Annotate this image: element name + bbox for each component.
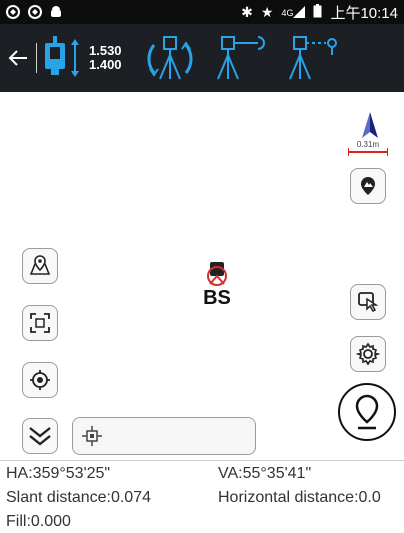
- fit-extent-button[interactable]: [22, 305, 58, 341]
- horizontal-angle: HA:359°53'25": [6, 465, 111, 482]
- touch-select-icon: [358, 292, 379, 312]
- rotate-instrument-button[interactable]: [138, 24, 202, 92]
- scale-label: 0.31m: [356, 140, 380, 149]
- signal-4g-icon: 4G: [281, 6, 306, 18]
- bluetooth-icon: ✱: [241, 3, 253, 20]
- point-orient-button[interactable]: [282, 24, 346, 92]
- locate-icon: [30, 370, 50, 390]
- measurement-panel: HA:359°53'25" VA:55°35'41" Slant distanc…: [0, 460, 404, 533]
- rotate-instrument-icon: [147, 36, 193, 80]
- point-search-field[interactable]: [72, 417, 256, 455]
- slant-distance: Slant distance:0.074: [6, 489, 151, 506]
- map-layer-icon: [29, 255, 51, 275]
- touch-select-button[interactable]: [350, 284, 386, 320]
- star-icon: ★: [260, 3, 274, 20]
- app-icon-2: [28, 5, 42, 19]
- north-arrow-icon: [362, 112, 378, 138]
- fill-value: Fill:0.000: [6, 513, 71, 530]
- map-layer-button[interactable]: [22, 248, 58, 284]
- android-icon: [51, 6, 61, 17]
- backsight-orient-button[interactable]: [210, 24, 274, 92]
- horizontal-distance: Horizontal distance:0.0: [218, 489, 381, 506]
- toolbar-divider: [36, 43, 37, 73]
- station-marker: BS: [196, 262, 238, 313]
- instrument-height-icon: [45, 36, 79, 77]
- marker-label: BS: [203, 287, 231, 308]
- app-icon-1: [6, 5, 20, 19]
- battery-icon: [313, 3, 322, 21]
- settings-button[interactable]: [350, 336, 386, 372]
- scale-bar: [348, 148, 388, 156]
- map-mode-button[interactable]: [350, 168, 386, 204]
- collapse-button[interactable]: [22, 418, 58, 454]
- vertical-angle: VA:55°35'41": [218, 465, 312, 482]
- fit-extent-icon: [30, 313, 50, 333]
- point-target-icon: [82, 426, 102, 446]
- stakeout-pin-icon: [355, 394, 379, 430]
- map-canvas[interactable]: 0.31m BS: [0, 92, 404, 460]
- back-arrow-icon: [8, 50, 27, 66]
- map-mode-icon: [361, 177, 375, 195]
- clock: 上午10:14: [330, 4, 398, 22]
- settings-icon: [356, 342, 380, 366]
- status-bar: ✱ ★ 4G 上午10:14: [0, 0, 404, 24]
- back-button[interactable]: [0, 24, 36, 92]
- total-station-icon: BS: [203, 262, 231, 309]
- map-scale: 0.31m: [348, 140, 388, 156]
- instrument-height-value: 1.530: [89, 43, 122, 58]
- toolbar: 1.530 1.400: [0, 24, 404, 92]
- locate-button[interactable]: [22, 362, 58, 398]
- stakeout-pin-button[interactable]: [338, 383, 396, 441]
- collapse-icon: [29, 427, 51, 446]
- instrument-height-button[interactable]: 1.530 1.400: [41, 24, 130, 92]
- backsight-orient-icon: [216, 36, 265, 80]
- point-orient-icon: [288, 36, 337, 80]
- target-height-value: 1.400: [89, 57, 122, 72]
